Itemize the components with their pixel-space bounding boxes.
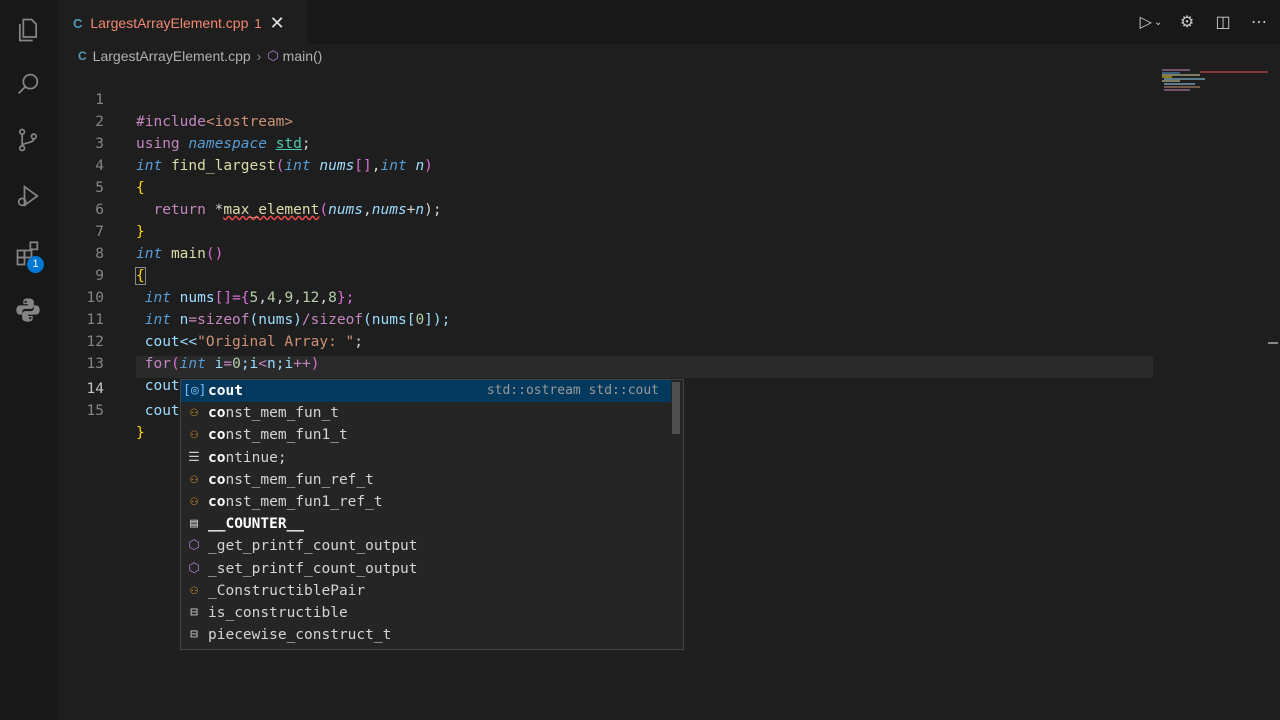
line-number: 15 (86, 403, 104, 419)
suggestion-label: _ConstructiblePair (208, 582, 366, 599)
suggestion-label: is_constructible (208, 605, 348, 621)
cpp-file-icon: C (73, 15, 83, 31)
suggestion-label: const_mem_fun_t (208, 405, 339, 422)
extensions-badge: 1 (27, 256, 44, 273)
variable-icon: [◎] (183, 383, 207, 398)
suggestion-item[interactable]: ⚇ const_mem_fun1_ref_t (181, 491, 671, 513)
tab-largestarrayelement[interactable]: C LargestArrayElement.cpp 1 ✕ (57, 0, 307, 45)
suggestion-item[interactable]: ⚇ const_mem_fun1_t (181, 424, 671, 446)
suggestion-item[interactable]: ⚇ const_mem_fun_t (181, 402, 671, 424)
breadcrumb: C LargestArrayElement.cpp › ⬡ main() (78, 46, 322, 66)
run-code-icon[interactable]: ▷ ⌄ (1140, 11, 1163, 33)
class-icon: ⚇ (190, 405, 198, 421)
activity-bar: 1 (0, 0, 57, 720)
suggestion-item[interactable]: ⊟ is_constructible (181, 602, 671, 624)
suggestion-item[interactable]: ⚇ const_mem_fun_ref_t (181, 469, 671, 491)
code-line-current: 14 cout (57, 356, 1157, 420)
run-debug-icon[interactable] (10, 178, 46, 214)
suggestion-label: continue; (208, 449, 287, 466)
suggestion-item[interactable]: ▤ __COUNTER__ (181, 513, 671, 535)
keyword-icon: ☰ (188, 449, 200, 465)
suggestion-scrollbar[interactable] (672, 382, 680, 434)
suggestion-detail: std::ostream std::cout (486, 383, 659, 398)
suggestion-label: cout (208, 383, 243, 399)
code-line: 11 cout<<"Original Array: "; (57, 287, 1157, 350)
suggestion-label: _set_printf_count_output (208, 560, 418, 577)
suggestion-item[interactable]: ⬡ _set_printf_count_output (181, 558, 671, 580)
code-line: 13 cout<<nums[i]<<" "; (57, 331, 1157, 394)
breadcrumb-symbol[interactable]: main() (283, 48, 323, 64)
code-line: 5 return *max_element(nums,nums+n); (57, 155, 1157, 218)
tab-problem-count: 1 (254, 15, 262, 31)
editor-toolbar: ▷ ⌄ ⚙ ◫ ⋯ (1140, 8, 1270, 36)
class-icon: ⚇ (190, 427, 198, 443)
code-line: 8 { (57, 221, 1157, 285)
code-line: 2 using namespace std; (57, 89, 1157, 152)
suggestion-label: piecewise_construct_t (208, 627, 392, 644)
function-icon: ⬡ (188, 560, 200, 576)
function-icon: ⬡ (188, 538, 200, 554)
suggestion-item[interactable]: ☰ continue; (181, 447, 671, 469)
class-icon: ⚇ (190, 582, 198, 598)
split-editor-icon[interactable]: ◫ (1212, 11, 1234, 33)
code-line: 6 } (57, 177, 1157, 240)
suggestion-label: _get_printf_count_output (208, 538, 418, 555)
suggestion-item[interactable]: ⚇ _ConstructiblePair (181, 580, 671, 602)
suggestion-label: const_mem_fun1_ref_t (208, 494, 383, 510)
vertical-scrollbar[interactable] (1266, 67, 1280, 720)
code-line: 3 int find_largest(int nums[],int n) (57, 111, 1157, 174)
text-icon: ▤ (190, 516, 198, 532)
struct-icon: ⊟ (190, 605, 198, 620)
minimap[interactable] (1160, 67, 1270, 97)
more-actions-icon[interactable]: ⋯ (1248, 11, 1270, 33)
breadcrumb-file[interactable]: LargestArrayElement.cpp (93, 48, 251, 64)
close-icon[interactable]: ✕ (270, 14, 285, 32)
code-line: 7 int main() (57, 199, 1157, 262)
tab-bar: C LargestArrayElement.cpp 1 ✕ ▷ ⌄ ⚙ ◫ ⋯ (57, 0, 1280, 45)
cpp-file-icon: C (78, 49, 87, 63)
suggestion-item[interactable]: ⬡ _get_printf_count_output (181, 535, 671, 557)
python-icon[interactable] (10, 292, 46, 328)
suggestion-item[interactable]: [◎] cout std::ostream std::cout (181, 380, 671, 402)
method-cube-icon: ⬡ (267, 48, 279, 63)
class-icon: ⚇ (190, 471, 198, 487)
code-line: 12 for(int i=0;i<n;i++) (57, 309, 1157, 372)
search-icon[interactable] (10, 66, 46, 102)
tab-filename: LargestArrayElement.cpp (90, 15, 249, 31)
struct-icon: ⊟ (190, 627, 198, 643)
scroll-position-marker (1268, 342, 1278, 344)
source-control-icon[interactable] (10, 122, 46, 158)
gear-icon[interactable]: ⚙ (1176, 11, 1198, 33)
class-icon: ⚇ (190, 494, 198, 509)
code-line: 4 { (57, 133, 1157, 196)
code-line: 10 int n=sizeof(nums)/sizeof(nums[0]); (57, 265, 1157, 328)
code-line: 9 int nums[]={5,4,9,12,8}; (57, 243, 1157, 306)
suggestion-widget: [◎] cout std::ostream std::cout ⚇ const_mem_… (180, 379, 684, 650)
explorer-icon[interactable] (10, 12, 46, 48)
suggestion-label: const_mem_fun_ref_t (208, 471, 374, 488)
chevron-right-icon: › (256, 48, 262, 64)
code-line: 1 #include<iostream> (57, 67, 1157, 130)
suggestion-item[interactable]: ⊟ piecewise_construct_t (181, 624, 671, 646)
suggestion-label: __COUNTER__ (208, 516, 305, 533)
suggestion-label: const_mem_fun1_t (208, 427, 348, 444)
